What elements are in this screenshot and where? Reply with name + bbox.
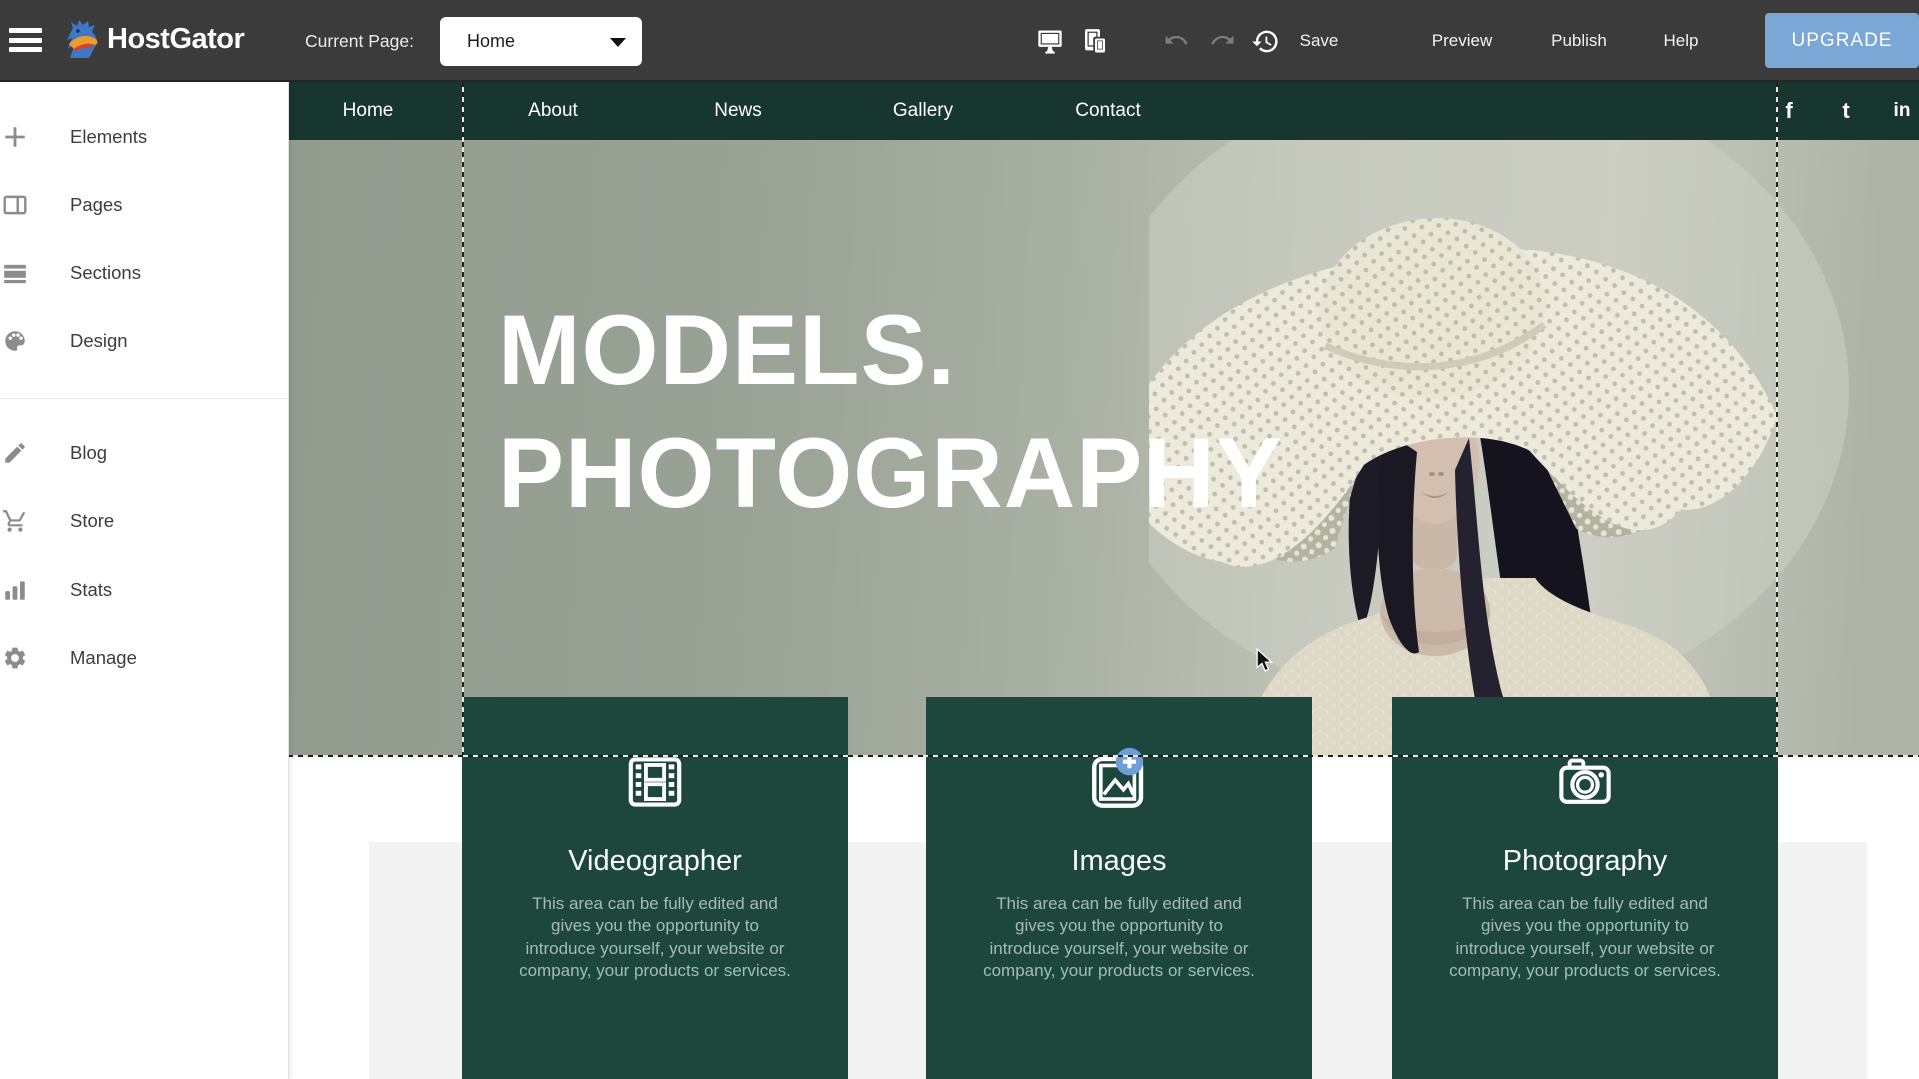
editor-sidebar: Elements Pages Sections Design Blog Stor… [0, 82, 289, 1079]
cart-icon [2, 508, 28, 534]
sidebar-item-sections[interactable]: Sections [0, 249, 288, 297]
site-nav-contact[interactable]: Contact [1075, 82, 1140, 140]
pencil-icon [2, 440, 28, 466]
website-builder: HostGator Current Page: Home Save Previe… [0, 0, 1919, 1079]
selection-border-left [462, 82, 464, 757]
sidebar-label: Sections [70, 262, 141, 284]
camera-icon [1552, 749, 1618, 815]
hero-title-line2: PHOTOGRAPHY [498, 417, 1283, 528]
pages-icon [2, 192, 28, 218]
hero-title[interactable]: MODELS. PHOTOGRAPHY [498, 288, 1283, 534]
card-title[interactable]: Images [1071, 845, 1166, 878]
brand-name: HostGator [107, 23, 244, 56]
linkedin-icon[interactable]: in [1894, 82, 1911, 140]
film-icon [622, 749, 688, 815]
card-body[interactable]: This area can be fully edited andgives y… [983, 893, 1255, 983]
history-icon[interactable] [1243, 0, 1287, 82]
preview-button[interactable]: Preview [1432, 0, 1492, 82]
desktop-preview-icon[interactable] [1028, 0, 1072, 82]
twitter-icon[interactable]: t [1842, 82, 1849, 140]
upgrade-button[interactable]: UPGRADE [1765, 13, 1919, 68]
sections-icon [2, 260, 28, 286]
undo-icon[interactable] [1154, 0, 1198, 82]
page-dropdown[interactable]: Home [440, 17, 642, 66]
publish-button[interactable]: Publish [1551, 0, 1607, 82]
sidebar-item-pages[interactable]: Pages [0, 181, 288, 229]
hero-section[interactable]: MODELS. PHOTOGRAPHY [288, 140, 1919, 757]
site-nav-news[interactable]: News [714, 82, 762, 140]
site-navbar[interactable]: Home About News Gallery Contact f t in [288, 82, 1919, 140]
card-title[interactable]: Videographer [568, 845, 742, 878]
card-body[interactable]: This area can be fully edited andgives y… [1449, 893, 1721, 983]
card-title[interactable]: Photography [1503, 845, 1667, 878]
help-button[interactable]: Help [1664, 0, 1699, 82]
card-body[interactable]: This area can be fully edited andgives y… [519, 893, 791, 983]
site-canvas: Home About News Gallery Contact f t in [288, 82, 1919, 1079]
sidebar-item-blog[interactable]: Blog [0, 429, 288, 477]
bar-chart-icon [2, 577, 28, 603]
sidebar-item-elements[interactable]: Elements [0, 113, 288, 161]
sidebar-label: Manage [70, 647, 137, 669]
plus-icon [2, 124, 28, 150]
sidebar-item-stats[interactable]: Stats [0, 566, 288, 614]
editor-topbar: HostGator Current Page: Home Save Previe… [0, 0, 1919, 82]
sidebar-item-design[interactable]: Design [0, 317, 288, 365]
image-plus-icon [1086, 749, 1152, 815]
selection-border-bottom [288, 755, 1919, 757]
sidebar-item-manage[interactable]: Manage [0, 634, 288, 682]
site-nav-about[interactable]: About [528, 82, 578, 140]
site-nav-gallery[interactable]: Gallery [893, 82, 953, 140]
sidebar-item-store[interactable]: Store [0, 497, 288, 545]
hamburger-menu-icon[interactable] [9, 28, 42, 54]
hostgator-logo: HostGator [62, 18, 244, 60]
page-dropdown-value: Home [467, 31, 515, 52]
sidebar-divider [0, 398, 288, 399]
sidebar-label: Store [70, 510, 114, 532]
gear-icon [2, 645, 28, 671]
mouse-cursor [1253, 648, 1275, 672]
selection-border-right [1776, 82, 1778, 757]
current-page-label: Current Page: [305, 0, 414, 82]
gator-icon [62, 18, 102, 60]
hero-title-line1: MODELS. [498, 294, 956, 405]
palette-icon [2, 328, 28, 354]
redo-icon[interactable] [1200, 0, 1244, 82]
sidebar-label: Design [70, 330, 128, 352]
mobile-preview-icon[interactable] [1073, 0, 1117, 82]
chevron-down-icon [610, 38, 626, 47]
sidebar-label: Stats [70, 579, 112, 601]
sidebar-label: Elements [70, 126, 147, 148]
site-nav-home[interactable]: Home [343, 82, 394, 140]
sidebar-label: Blog [70, 442, 107, 464]
facebook-icon[interactable]: f [1785, 82, 1792, 140]
sidebar-label: Pages [70, 194, 122, 216]
save-button[interactable]: Save [1300, 0, 1339, 82]
